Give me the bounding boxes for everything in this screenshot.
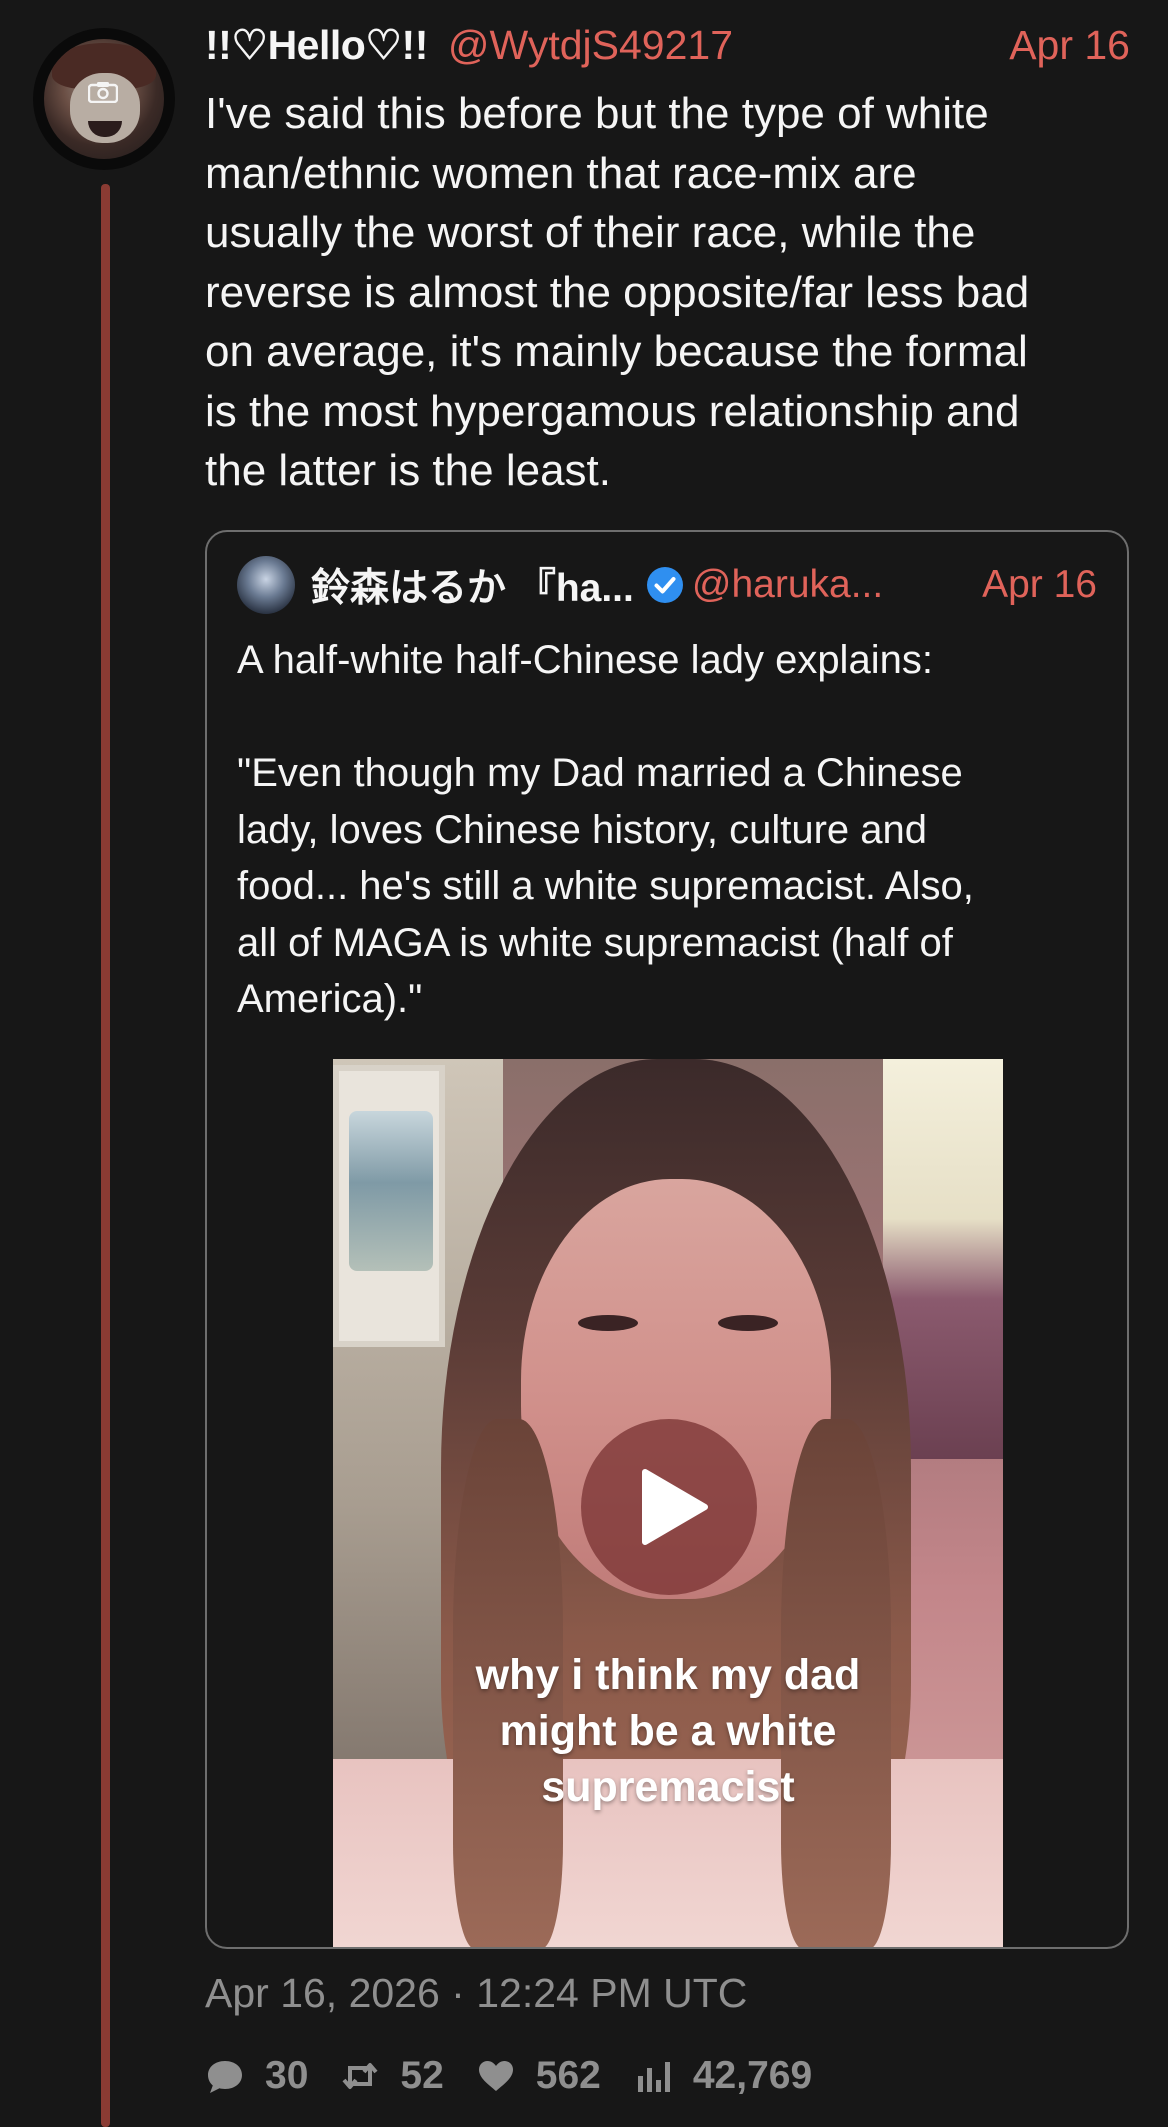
video-caption: why i think my dad might be a white supr…	[475, 1651, 861, 1811]
reply-button[interactable]: 30	[205, 2054, 308, 2098]
quote-author-avatar[interactable]	[237, 556, 295, 614]
quote-header: 鈴森はるか 『ha... @haruka... Apr 16	[237, 554, 1097, 616]
tweet-date[interactable]: Apr 16	[1009, 22, 1130, 69]
quote-date[interactable]: Apr 16	[982, 563, 1097, 607]
quote-author-handle[interactable]: @haruka...	[692, 563, 883, 607]
quote-text: A half-white half-Chinese lady explains:…	[237, 638, 974, 1021]
video-eye-left	[578, 1315, 638, 1331]
heart-icon	[478, 2061, 513, 2091]
retweet-button[interactable]: 52	[340, 2054, 444, 2098]
like-count: 562	[535, 2054, 601, 2097]
retweet-icon	[342, 2063, 378, 2089]
play-icon	[642, 1469, 708, 1545]
author-display-name[interactable]: !!♡Hello♡!!	[205, 21, 428, 69]
like-button[interactable]: 562	[476, 2054, 601, 2098]
verified-check-icon	[646, 567, 683, 603]
thread-line	[101, 184, 110, 2127]
video-player[interactable]: why i think my dad might be a white supr…	[333, 1059, 1003, 1947]
video-eye-right	[718, 1315, 778, 1331]
views-button[interactable]: 42,769	[633, 2054, 812, 2098]
retweet-count: 52	[400, 2054, 444, 2097]
action-bar: 30 52 562 42,769	[205, 2052, 844, 2100]
tweet-text: I've said this before but the type of wh…	[205, 89, 1030, 495]
avatar-image	[44, 39, 164, 159]
reply-count: 30	[265, 2054, 309, 2097]
video-wall-frame	[333, 1065, 445, 1347]
tweet-header: !!♡Hello♡!! @WytdjS49217 Apr 16	[205, 18, 1130, 72]
views-icon	[637, 2062, 670, 2092]
quote-author-display-name[interactable]: 鈴森はるか 『ha...	[311, 557, 634, 613]
views-count: 42,769	[692, 2054, 813, 2097]
author-handle[interactable]: @WytdjS49217	[448, 22, 733, 69]
tweet-timestamp[interactable]: Apr 16, 2026 · 12:24 PM UTC	[205, 1970, 747, 2017]
camera-icon	[88, 82, 118, 103]
quoted-tweet[interactable]: 鈴森はるか 『ha... @haruka... Apr 16 A half-wh…	[205, 530, 1129, 1949]
play-button[interactable]	[581, 1419, 757, 1595]
reply-icon	[208, 2061, 242, 2093]
author-avatar[interactable]	[33, 28, 175, 170]
